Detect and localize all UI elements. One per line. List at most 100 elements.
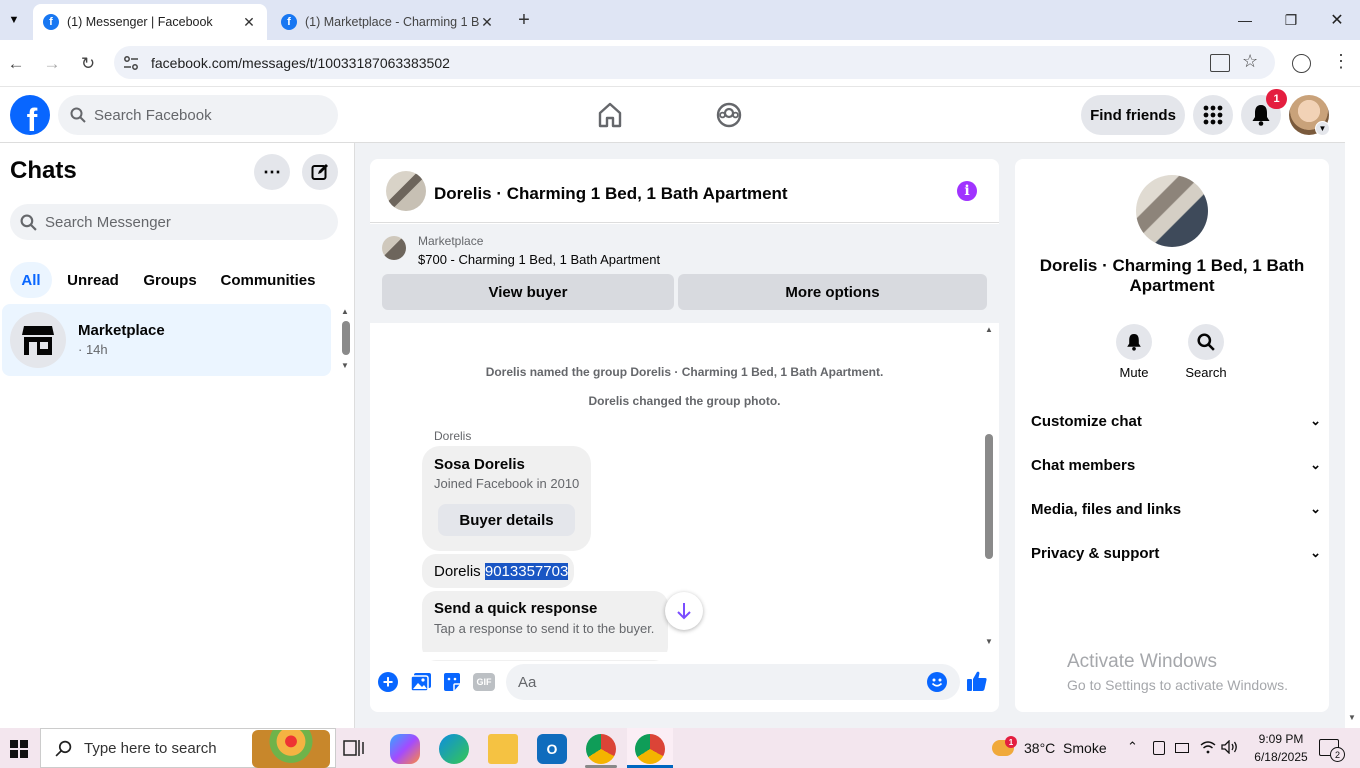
search-conversation-icon[interactable] [1188,324,1224,360]
system-message: Dorelis changed the group photo. [588,394,781,408]
wifi-icon[interactable] [1200,740,1216,759]
section-label: Privacy & support [1031,544,1160,562]
attach-photo-icon[interactable] [410,672,432,697]
chrome-active-icon[interactable] [635,734,665,764]
edge-browser-icon[interactable] [439,734,469,764]
browser-menu-icon[interactable]: ⋮ [1332,51,1350,72]
sticker-icon[interactable] [442,672,462,697]
sidebar-scroll-up-icon[interactable]: ▲ [341,307,349,316]
find-friends-button[interactable]: Find friends [1081,95,1185,135]
close-window-icon[interactable]: ✕ [1314,0,1360,40]
tab-marketplace[interactable]: f (1) Marketplace - Charming 1 B ✕ [271,4,505,40]
install-app-icon[interactable] [1210,54,1230,72]
battery-icon[interactable] [1175,743,1189,753]
url-text[interactable]: facebook.com/messages/t/1003318706338350… [151,55,450,71]
network-device-icon[interactable] [1153,741,1165,755]
info-icon[interactable]: i [957,181,977,201]
bookmark-star-icon[interactable]: ☆ [1242,51,1258,72]
groups-icon[interactable] [715,101,743,134]
close-tab-icon[interactable]: ✕ [241,14,257,31]
search-highlight-picnic-icon[interactable] [252,730,330,768]
forward-icon[interactable]: → [40,52,64,76]
home-icon[interactable] [596,101,624,134]
message-name: Dorelis [434,563,481,580]
weather-badge: 1 [1005,736,1017,748]
scroll-to-bottom-button[interactable] [665,592,703,630]
filter-all[interactable]: All [10,262,52,298]
message-input[interactable]: Aa [506,664,960,700]
chat-members-section[interactable]: Chat members ⌄ [1031,450,1321,480]
profile-icon[interactable] [1292,54,1311,73]
new-message-icon[interactable] [302,154,338,190]
outlook-icon[interactable]: O [537,734,567,764]
marketplace-store-icon [10,312,66,368]
filter-unread[interactable]: Unread [60,262,126,298]
chevron-down-icon: ⌄ [1310,545,1321,560]
view-buyer-button[interactable]: View buyer [382,274,674,310]
section-label: Media, files and links [1031,500,1182,518]
windows-start-icon[interactable] [10,740,28,763]
show-hidden-icons-chevron[interactable]: ⌃ [1127,739,1138,755]
media-files-links-section[interactable]: Media, files and links ⌄ [1031,494,1321,524]
conversation-scrollbar-thumb[interactable] [985,434,993,559]
account-chevron-icon[interactable]: ▼ [1315,121,1330,136]
chats-title: Chats [10,157,77,184]
maximize-icon[interactable]: ❐ [1268,0,1314,40]
conversation-avatar[interactable] [386,171,426,211]
privacy-support-section[interactable]: Privacy & support ⌄ [1031,538,1321,568]
copilot-icon[interactable] [390,734,420,764]
new-tab-button[interactable]: + [512,8,536,32]
listing-thumbnail [382,236,406,260]
volume-icon[interactable] [1221,739,1239,759]
buyer-details-button[interactable]: Buyer details [438,504,575,536]
clock-date[interactable]: 6/18/2025 [1250,750,1312,764]
info-panel-title: Dorelis · Charming 1 Bed, 1 Bath Apartme… [1039,256,1305,295]
tab-messenger[interactable]: f (1) Messenger | Facebook ✕ [33,4,267,40]
tab-title: (1) Marketplace - Charming 1 B [305,15,479,29]
back-icon[interactable]: ← [4,52,28,76]
sidebar-scrollbar-thumb[interactable] [342,321,350,355]
more-actions-plus-icon[interactable]: + [378,672,398,692]
facebook-logo-icon[interactable]: f [10,95,50,135]
mute-bell-icon[interactable] [1116,324,1152,360]
notification-center-count: 2 [1330,747,1345,762]
customize-chat-section[interactable]: Customize chat ⌄ [1031,406,1321,436]
page-scroll-down-icon[interactable]: ▼ [1348,713,1356,722]
sidebar-scroll-down-icon[interactable]: ▼ [341,361,349,370]
activate-windows-title: Activate Windows [1067,651,1217,672]
clock-time[interactable]: 9:09 PM [1250,732,1312,746]
messenger-search-input[interactable]: Search Messenger [10,204,338,240]
conversation-scroll-up-icon[interactable]: ▲ [985,325,993,334]
close-tab-icon[interactable]: ✕ [479,14,495,31]
activate-windows-subtitle: Go to Settings to activate Windows. [1067,677,1288,693]
tab-search-button[interactable]: ▼ [4,10,24,30]
chats-options-icon[interactable]: ⋯ [254,154,290,190]
filter-groups[interactable]: Groups [136,262,204,298]
site-info-icon[interactable] [122,54,140,72]
buyer-name: Sosa Dorelis [434,456,525,473]
buyer-joined: Joined Facebook in 2010 [434,476,580,491]
conversation-title[interactable]: Dorelis · Charming 1 Bed, 1 Bath Apartme… [434,184,788,204]
file-explorer-icon[interactable] [488,734,518,764]
filter-communities[interactable]: Communities [212,262,324,298]
chrome-profile-m-icon[interactable] [586,734,616,764]
like-thumb-icon[interactable] [966,670,988,697]
listing-title[interactable]: $700 - Charming 1 Bed, 1 Bath Apartment [418,252,660,267]
section-label: Chat members [1031,456,1136,474]
selected-phone-number[interactable]: 9013357703 [484,563,569,580]
more-options-button[interactable]: More options [678,274,987,310]
conversation-scroll-down-icon[interactable]: ▼ [985,637,993,646]
minimize-icon[interactable]: — [1222,0,1268,40]
weather-text[interactable]: 38°C Smoke [1024,740,1107,756]
task-view-icon[interactable] [343,738,365,763]
facebook-search-input[interactable]: Search Facebook [58,95,338,135]
search-icon [20,214,37,231]
gif-icon[interactable]: GIF [473,673,495,691]
menu-grid-icon[interactable] [1193,95,1233,135]
chevron-down-icon: ⌄ [1310,413,1321,428]
section-label: Customize chat [1031,412,1142,430]
reload-icon[interactable]: ↻ [76,52,100,76]
mute-label: Mute [1119,365,1149,380]
notification-badge: 1 [1266,89,1287,109]
emoji-icon[interactable] [927,672,947,692]
